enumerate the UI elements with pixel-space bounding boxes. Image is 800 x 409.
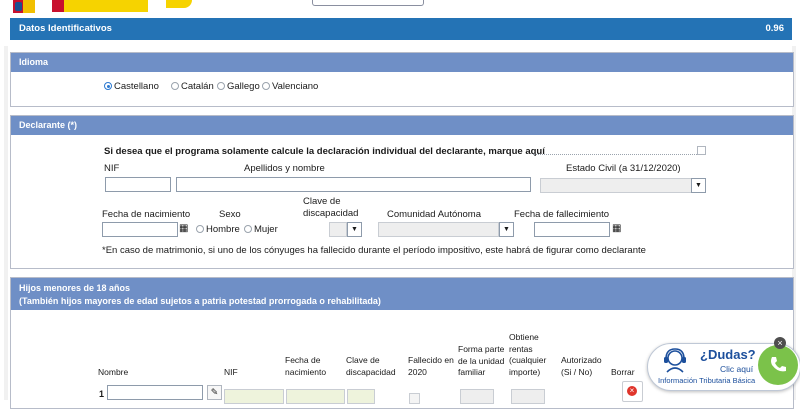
hijo-nombre-input[interactable] <box>107 385 203 400</box>
label-catalan: Catalán <box>181 81 214 92</box>
col-obtiene-rentas: Obtiene rentas (cualquier importe) <box>509 332 547 377</box>
row-number: 1 <box>99 389 105 399</box>
pencil-icon[interactable]: ✎ <box>207 385 222 400</box>
radio-gallego[interactable] <box>217 82 225 90</box>
page-title: Datos Identificativos <box>19 23 112 34</box>
apellidos-input[interactable] <box>176 177 531 192</box>
label-valenciano: Valenciano <box>272 81 319 92</box>
gobierno-logo <box>52 0 148 12</box>
radio-catalan[interactable] <box>171 82 179 90</box>
left-gutter <box>4 46 8 400</box>
label-castellano: Castellano <box>114 81 159 92</box>
clave-discapacidad-select[interactable] <box>329 222 347 237</box>
agent-icon <box>664 348 686 373</box>
hijo-obtiene-rentas-select[interactable] <box>511 389 545 404</box>
idioma-header: Idioma <box>11 53 793 72</box>
idioma-section: Idioma Castellano Catalán Gallego Valenc… <box>10 52 794 107</box>
comunidad-label: Comunidad Autónoma <box>387 209 482 220</box>
comunidad-select[interactable] <box>378 222 499 237</box>
chevron-down-icon[interactable]: ▼ <box>691 178 706 193</box>
delete-icon: × <box>627 386 637 396</box>
sexo-label: Sexo <box>219 209 241 220</box>
hijos-title: Hijos menores de 18 años <box>19 283 131 293</box>
nif-label: NIF <box>104 163 120 174</box>
col-fecha-nacimiento: Fecha de nacimiento <box>285 355 327 377</box>
dotted-leader <box>533 154 703 155</box>
estado-civil-select[interactable] <box>540 178 692 193</box>
phone-button[interactable] <box>758 345 798 385</box>
col-nombre: Nombre <box>98 367 129 377</box>
hijo-forma-parte-select[interactable] <box>460 389 494 404</box>
help-info: Información Tributaria Básica <box>658 376 756 385</box>
version-label: 0.96 <box>765 23 785 34</box>
estado-civil-label: Estado Civil (a 31/12/2020) <box>566 163 681 174</box>
col-borrar: Borrar <box>611 367 635 377</box>
col-nif: NIF <box>224 367 238 377</box>
fecha-fallecimiento-input[interactable] <box>534 222 610 237</box>
top-banner <box>0 0 800 14</box>
hijo-fecha-nacimiento-input[interactable] <box>286 389 345 404</box>
col-fallecido: Fallecido en 2020 <box>408 355 454 377</box>
matrimonio-note: *En caso de matrimonio, si uno de los có… <box>102 245 646 256</box>
hijos-header: Hijos menores de 18 años (También hijos … <box>11 278 793 310</box>
delete-button[interactable]: × <box>622 381 643 402</box>
hijo-clave-discapacidad-select[interactable] <box>347 389 375 404</box>
top-badge <box>312 0 424 6</box>
clave-discapacidad-label: Clave de discapacidad <box>303 196 359 219</box>
nif-input[interactable] <box>105 177 171 192</box>
chevron-down-icon[interactable]: ▼ <box>347 222 362 237</box>
fecha-fallecimiento-label: Fecha de fallecimiento <box>514 209 610 220</box>
declarante-title: Declarante (*) <box>19 120 78 130</box>
col-clave-discapacidad: Clave de discapacidad <box>346 355 396 377</box>
help-question: ¿Dudas? <box>700 347 756 362</box>
label-gallego: Gallego <box>227 81 260 92</box>
spain-coat-of-arms-logo <box>13 0 35 13</box>
hijo-fallecido-checkbox[interactable] <box>409 393 420 404</box>
radio-mujer[interactable] <box>244 225 252 233</box>
radio-valenciano[interactable] <box>262 82 270 90</box>
individual-declaration-checkbox[interactable] <box>697 146 706 155</box>
hijo-nif-input[interactable] <box>224 389 284 404</box>
declarante-section: Declarante (*) Si desea que el programa … <box>10 115 794 269</box>
help-link[interactable]: Clic aquí <box>720 364 753 374</box>
radio-hombre[interactable] <box>196 225 204 233</box>
radio-castellano[interactable] <box>104 82 112 90</box>
chevron-down-icon[interactable]: ▼ <box>499 222 514 237</box>
calendar-icon[interactable]: ▦ <box>612 224 621 234</box>
col-autorizado: Autorizado (Si / No) <box>561 355 602 377</box>
label-mujer: Mujer <box>254 224 278 235</box>
main-header: Datos Identificativos 0.96 <box>10 18 792 40</box>
col-forma-parte: Forma parte de la unidad familiar <box>458 344 505 377</box>
close-icon[interactable]: × <box>774 337 786 349</box>
aeat-logo <box>166 0 192 8</box>
individual-declaration-instruction: Si desea que el programa solamente calcu… <box>104 146 545 157</box>
label-hombre: Hombre <box>206 224 240 235</box>
idioma-title: Idioma <box>19 57 49 67</box>
phone-icon <box>771 357 786 372</box>
hijos-subtitle: (También hijos mayores de edad sujetos a… <box>19 296 381 306</box>
fecha-nacimiento-label: Fecha de nacimiento <box>102 209 191 220</box>
calendar-icon[interactable]: ▦ <box>179 224 188 234</box>
fecha-nacimiento-input[interactable] <box>102 222 178 237</box>
apellidos-label: Apellidos y nombre <box>244 163 325 174</box>
declarante-header: Declarante (*) <box>11 116 793 135</box>
